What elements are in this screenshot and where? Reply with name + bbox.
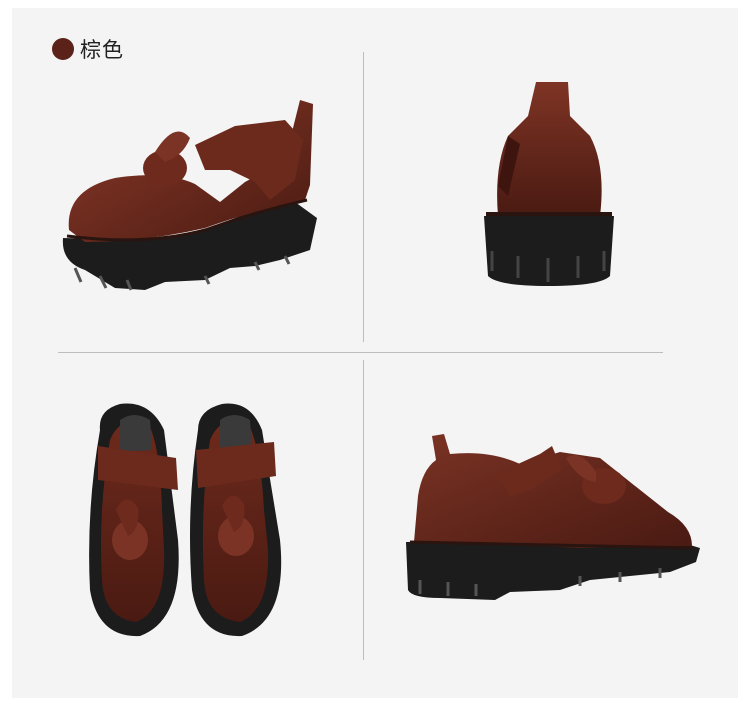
shoe-back-view [484,82,614,286]
shoe-top-view-pair [89,403,282,637]
color-swatch [52,38,74,60]
shoe-side-view-left [62,100,317,291]
shoe-side-view-right [406,434,700,600]
divider-vertical-top [363,52,364,342]
color-name: 棕色 [80,38,124,62]
divider-horizontal [58,352,663,353]
color-option-label: 棕色 [52,34,124,64]
divider-vertical-bottom [363,360,364,660]
